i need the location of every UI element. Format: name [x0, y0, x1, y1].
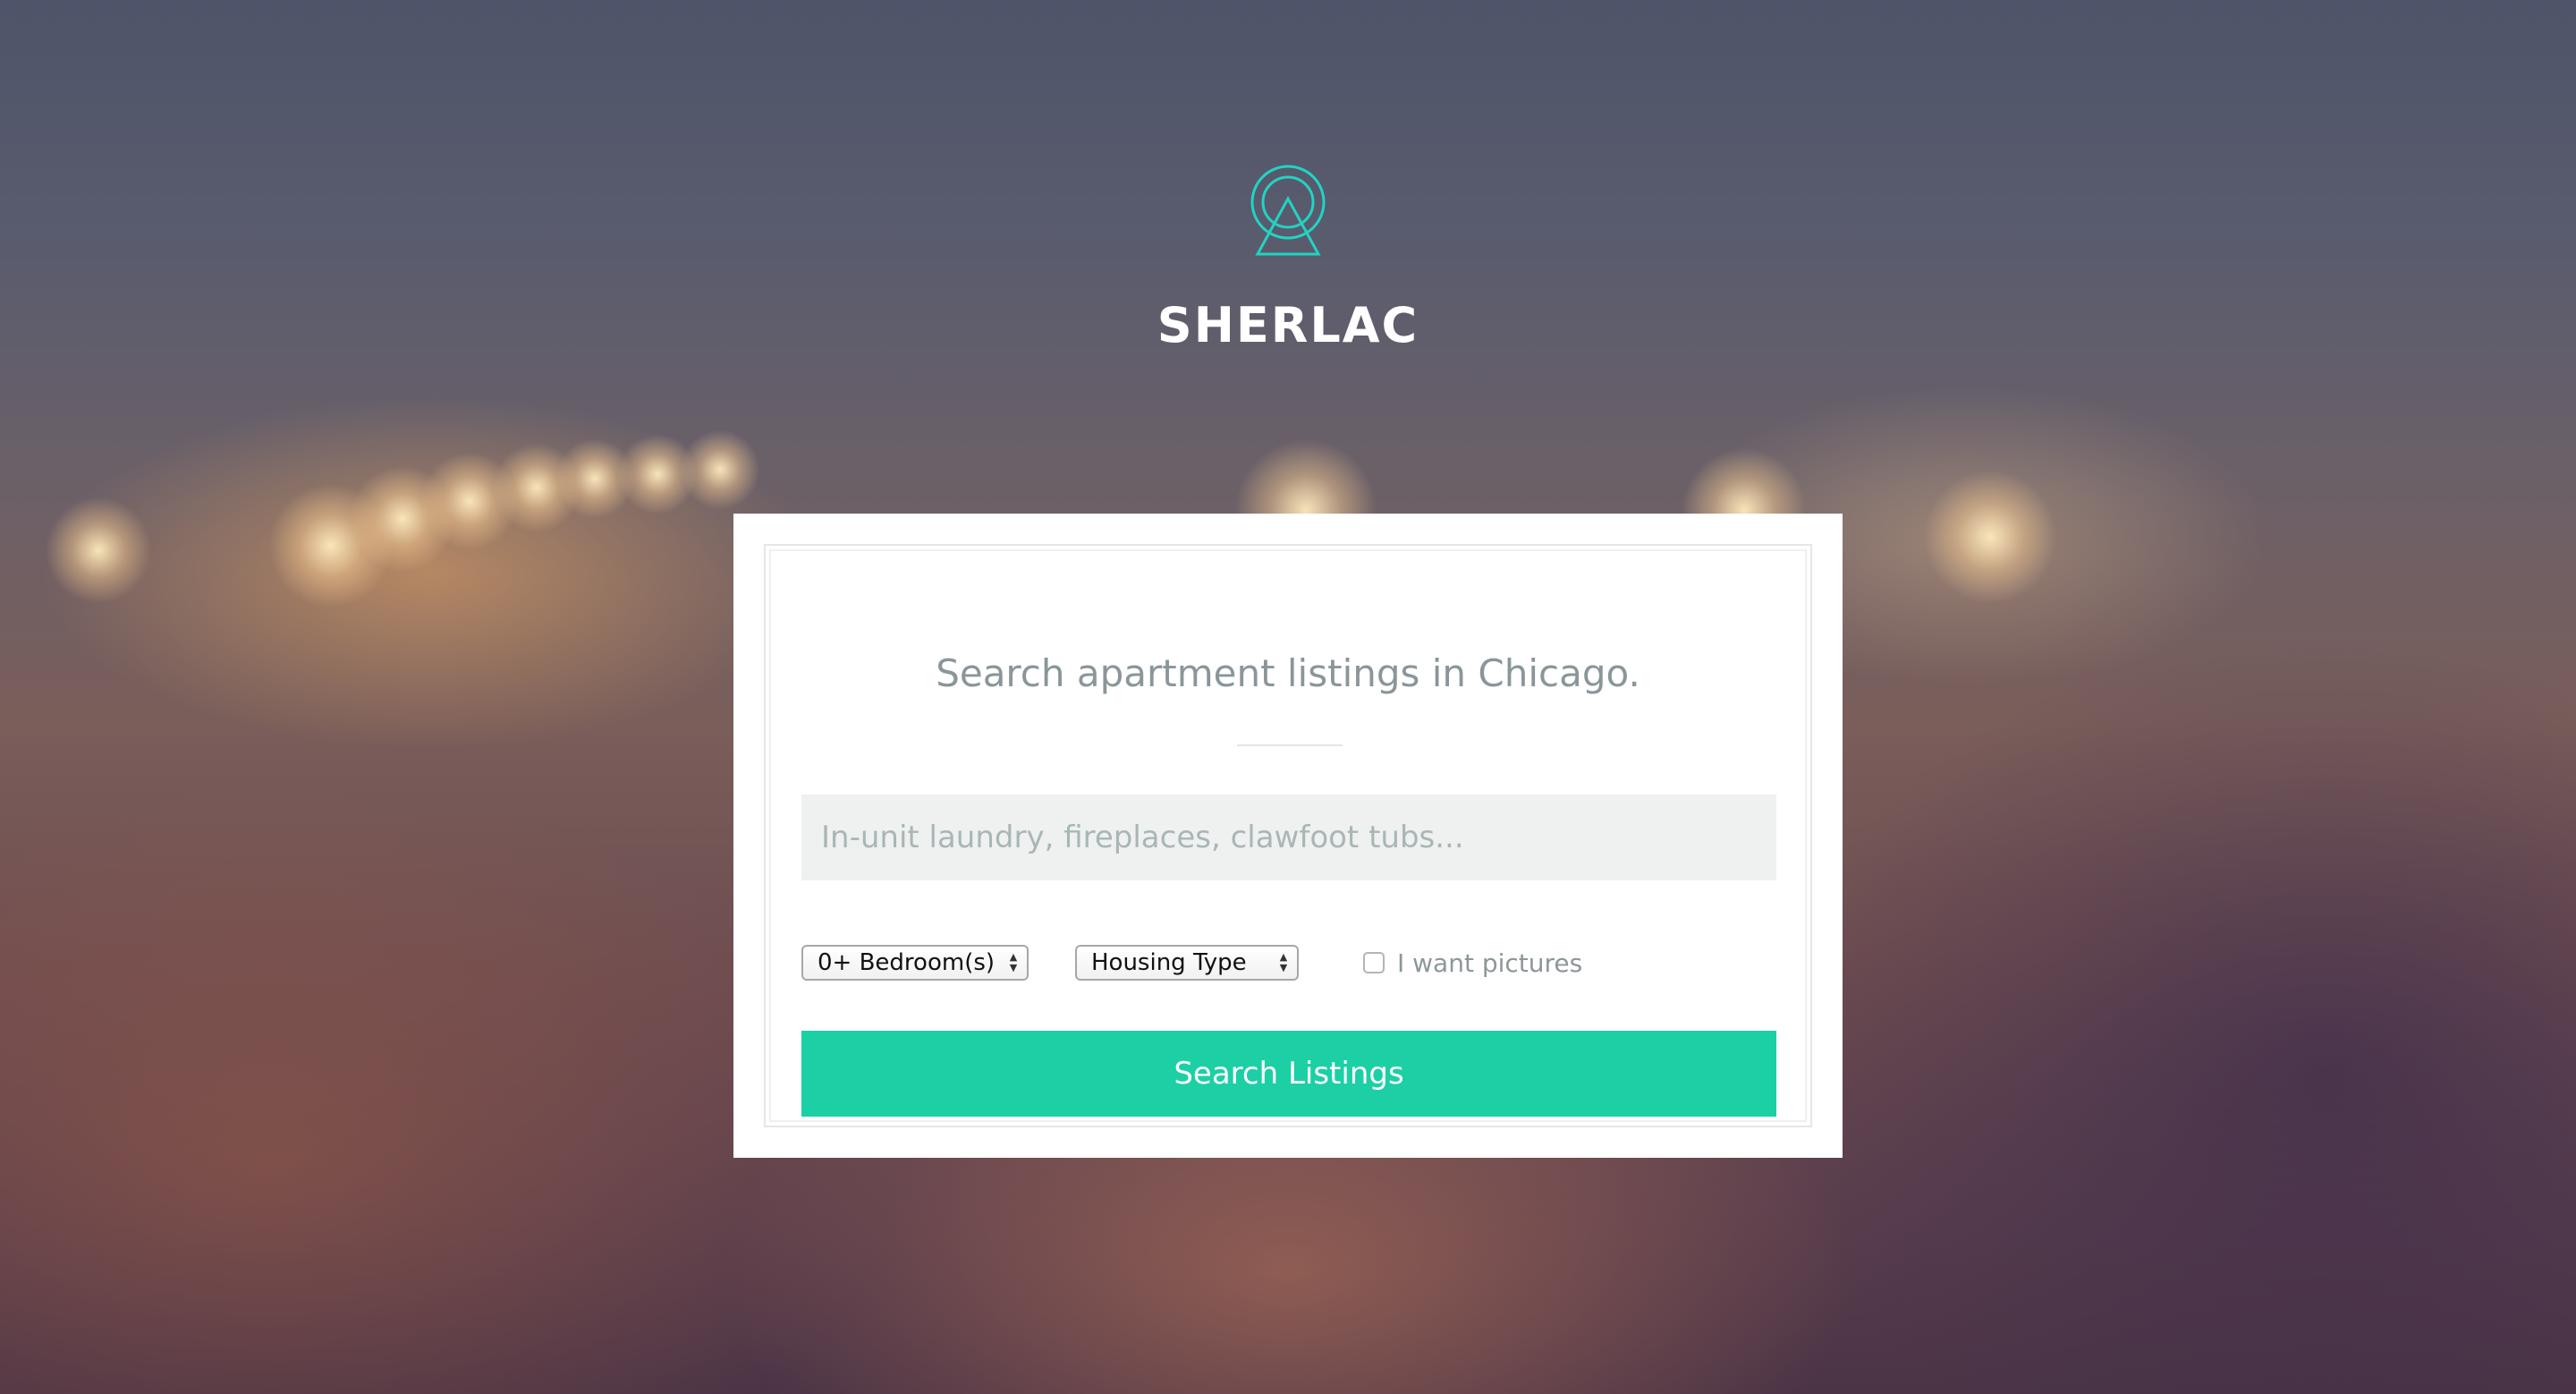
- select-arrows-icon: ▲ ▼: [1009, 951, 1018, 973]
- bedrooms-select-value: 0+ Bedroom(s): [818, 949, 996, 976]
- page-title: Search apartment listings in Chicago.: [936, 651, 1640, 695]
- search-card-inner: Search apartment listings in Chicago. 0+…: [764, 544, 1812, 1127]
- pictures-option[interactable]: I want pictures: [1363, 945, 1582, 981]
- search-listings-button[interactable]: Search Listings: [801, 1031, 1776, 1117]
- pictures-checkbox[interactable]: [1363, 952, 1385, 973]
- housing-type-select-value: Housing Type: [1091, 949, 1247, 976]
- pictures-checkbox-label[interactable]: I want pictures: [1397, 948, 1582, 978]
- search-card: Search apartment listings in Chicago. 0+…: [733, 514, 1843, 1158]
- select-arrows-icon: ▲ ▼: [1279, 951, 1288, 973]
- bedrooms-select[interactable]: 0+ Bedroom(s) ▲ ▼: [801, 945, 1029, 981]
- brand-name: SHERLAC: [1157, 297, 1419, 353]
- header: SHERLAC: [0, 161, 2576, 353]
- circle-triangle-logo-icon: [1245, 161, 1331, 259]
- search-input[interactable]: [801, 795, 1776, 880]
- housing-type-select[interactable]: Housing Type ▲ ▼: [1075, 945, 1299, 981]
- divider: [1237, 744, 1343, 746]
